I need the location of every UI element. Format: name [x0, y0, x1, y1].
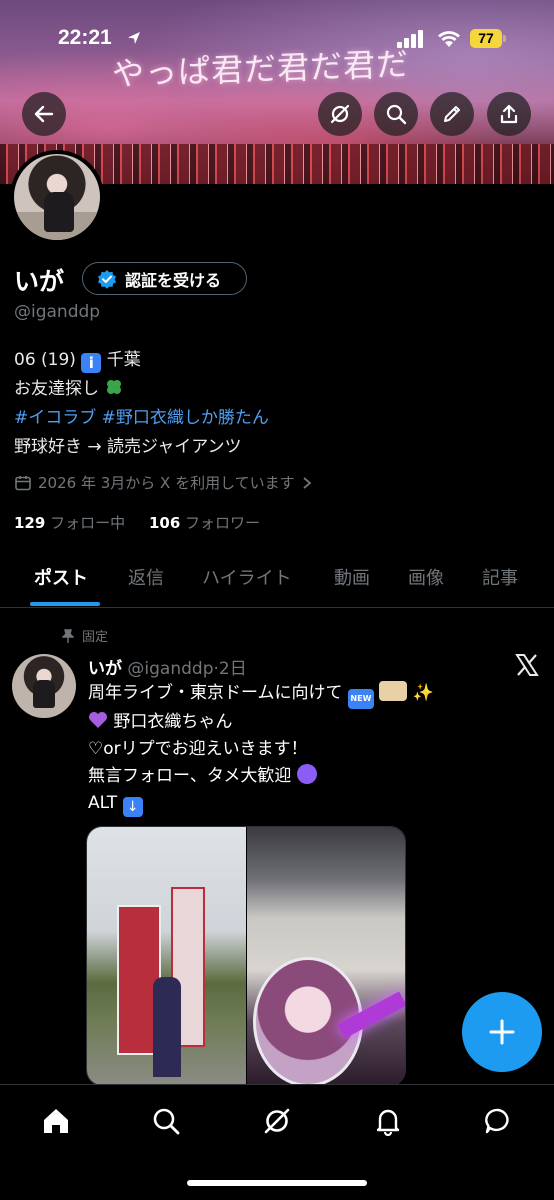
grok-icon [264, 1108, 290, 1134]
home-indicator [187, 1180, 367, 1186]
profile-avatar[interactable] [10, 150, 104, 244]
chat-icon [485, 1108, 509, 1134]
purple-heart-icon [89, 712, 107, 728]
edit-profile-button[interactable] [430, 92, 474, 136]
hashtag-link[interactable]: #イコラブ [14, 408, 96, 428]
person-gesturing-emoji-icon [296, 764, 317, 784]
post-line-3: ♡orリプでお迎えいきます！ [88, 739, 308, 759]
post-media[interactable] [86, 826, 406, 1086]
profile-tabs: ポスト 返信 ハイライト 動画 画像 記事 [0, 560, 554, 608]
following-link[interactable]: 129 フォロー中 [14, 514, 125, 532]
post-line-4: 無言フォロー、タメ大歓迎 [88, 763, 434, 790]
x-logo-icon [515, 654, 539, 676]
post-avatar[interactable] [12, 654, 76, 718]
profile-name: いが [14, 267, 65, 296]
hashtag-link[interactable]: #野口衣織しか勝たん [102, 408, 269, 428]
tab-highlights[interactable]: ハイライト [202, 564, 292, 590]
home-icon [44, 1109, 68, 1133]
joined-text: 2026 年 3月から X を利用しています [38, 474, 295, 492]
post-header: いが @iganddp·2日 [88, 654, 247, 679]
nav-home[interactable] [36, 1101, 76, 1141]
grok-icon [330, 104, 350, 124]
pin-icon [62, 628, 74, 643]
bio-line-4: 野球好き → 読売ジャイアンツ [14, 437, 242, 457]
down-arrow-emoji-icon: ↓ [122, 797, 143, 817]
battery-cap [503, 35, 506, 42]
post-author-handle[interactable]: @iganddp [127, 659, 213, 679]
cellular-signal-icon [397, 30, 423, 48]
search-icon [386, 104, 407, 125]
new-emoji-icon: NEW [347, 689, 374, 709]
active-tab-indicator [30, 602, 100, 606]
plus-icon [489, 1019, 515, 1045]
bio-line-2: お友達探し [14, 375, 269, 404]
get-verified-label: 認証を受ける [125, 270, 222, 290]
compose-button[interactable] [462, 992, 542, 1072]
grok-button[interactable] [318, 92, 362, 136]
share-icon [500, 104, 518, 124]
back-arrow-icon [34, 105, 54, 123]
post-author-name[interactable]: いが [88, 659, 122, 679]
profile-handle: @iganddp [14, 302, 101, 322]
pencil-icon [444, 106, 460, 122]
info-emoji-icon: i [81, 353, 102, 373]
get-verified-button[interactable]: 認証を受ける [82, 262, 247, 295]
ticket-emoji-icon [379, 681, 408, 701]
status-time: 22:21 [58, 26, 112, 49]
status-bar: 22:21 77 [0, 26, 554, 56]
followers-link[interactable]: 106 フォロワー [149, 514, 260, 532]
post-age: ·2日 [213, 659, 247, 679]
battery-level: 77 [470, 29, 502, 48]
pinned-label: 固定 [82, 630, 109, 645]
nav-search[interactable] [146, 1101, 186, 1141]
chevron-right-icon [303, 476, 312, 489]
pinned-indicator: 固定 [62, 626, 108, 645]
location-arrow-icon [128, 32, 140, 44]
tab-posts[interactable]: ポスト [34, 564, 88, 590]
post-line-5: ALT ↓ [88, 790, 434, 817]
wifi-icon [438, 31, 460, 47]
post-text[interactable]: 周年ライブ・東京ドームに向けて NEW ✨ 野口衣織ちゃん ♡orリプでお迎えい… [88, 680, 434, 817]
post-photo-2[interactable] [247, 827, 405, 1085]
calendar-icon [15, 475, 31, 490]
search-icon [153, 1108, 180, 1135]
search-button[interactable] [374, 92, 418, 136]
profile-bio: 06 (19) i 千葉 お友達探し #イコラブ #野口衣織しか勝たん 野球好き… [14, 346, 269, 462]
nav-messages[interactable] [478, 1101, 518, 1141]
nav-notifications[interactable] [368, 1101, 408, 1141]
bio-line-3: #イコラブ #野口衣織しか勝たん [14, 404, 269, 433]
follow-stats: 129 フォロー中 106 フォロワー [14, 512, 260, 533]
tab-replies[interactable]: 返信 [128, 564, 164, 590]
share-button[interactable] [487, 92, 531, 136]
tab-videos[interactable]: 動画 [334, 564, 370, 590]
sparkles-emoji-icon: ✨ [412, 683, 434, 703]
joined-date[interactable]: 2026 年 3月から X を利用しています [14, 472, 313, 493]
bio-line-1: 06 (19) i 千葉 [14, 350, 141, 373]
bell-icon [376, 1109, 400, 1136]
post-photo-1[interactable] [87, 827, 246, 1085]
nav-grok[interactable] [257, 1101, 297, 1141]
back-button[interactable] [22, 92, 66, 136]
verified-badge-icon [98, 269, 116, 289]
tab-photos[interactable]: 画像 [408, 564, 444, 590]
post-line-1: 周年ライブ・東京ドームに向けて NEW ✨ [88, 680, 434, 709]
four-leaf-clover-icon [107, 380, 122, 394]
tab-articles[interactable]: 記事 [482, 564, 518, 590]
post-line-2: 野口衣織ちゃん [88, 709, 434, 736]
